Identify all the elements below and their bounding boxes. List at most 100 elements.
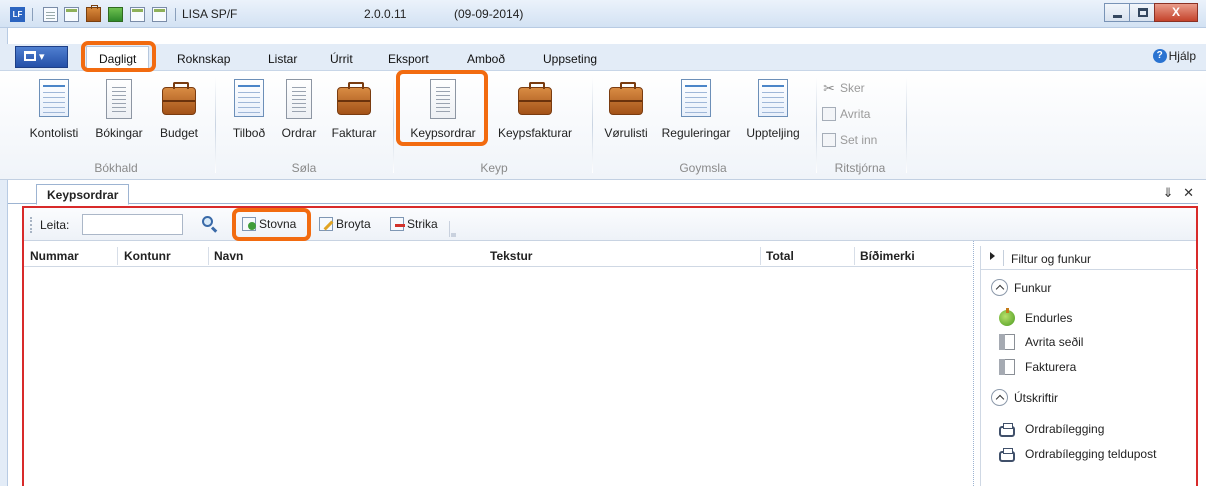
keypsordrar-label: Keypsordrar [410,126,476,140]
column-header[interactable]: Nummar [30,249,79,263]
section-utskriftir[interactable]: Útskriftir [991,389,1058,406]
search-input[interactable] [82,214,183,235]
section-funkur[interactable]: Funkur [991,279,1051,296]
briefcase-icon [518,82,552,115]
set-inn-button[interactable]: Set inn [822,133,877,147]
bokingar-label: Bókingar [95,126,143,140]
quick-access-calendar-icon[interactable] [130,7,145,22]
close-document-icon[interactable]: ✕ [1183,185,1194,200]
column-divider[interactable] [760,247,761,265]
group-label-goymsla: Goymsla [679,161,727,175]
document-icon [286,79,312,119]
tab-uppseting[interactable]: Uppseting [543,52,597,66]
column-header[interactable]: Kontunr [124,249,171,263]
tab-listar[interactable]: Listar [268,52,297,66]
close-icon: X [1171,5,1180,19]
tab-urrit[interactable]: Úrrit [330,52,353,66]
budget-button[interactable]: Budget [153,79,205,143]
endurles-item[interactable]: Endurles [999,308,1072,326]
ordrar-button[interactable]: Ordrar [276,79,322,143]
vorulisti-button[interactable]: Vørulisti [598,79,654,143]
paste-icon [822,133,836,147]
tab-eksport[interactable]: Eksport [388,52,429,66]
application-menu-button[interactable]: ▾ [15,46,68,68]
filter-panel-header[interactable]: Filtur og funkur [981,246,1197,270]
column-divider[interactable] [854,247,855,265]
grid-header: Nummar Kontunr Navn Tekstur Total Bíðime… [24,245,972,267]
column-header[interactable]: Total [766,249,794,263]
kontolisti-button[interactable]: Kontolisti [26,79,82,143]
title-separator [175,8,176,21]
column-header[interactable]: Navn [214,249,243,263]
copy-icon [999,359,1015,375]
group-label-ritstjorna: Ritstjórna [834,161,886,175]
quick-access-briefcase-icon[interactable] [86,5,101,22]
table-icon [234,79,264,117]
search-icon[interactable] [202,216,219,233]
column-header[interactable]: Bíðimerki [860,249,915,263]
avrita-button[interactable]: Avrita [822,107,870,121]
maximize-button[interactable] [1129,3,1155,22]
search-label: Leita: [40,218,70,232]
app-logo-icon: LF [10,7,25,22]
sker-button[interactable]: ✂ Sker [822,81,865,95]
quick-access-note-icon[interactable] [43,7,58,22]
reguleringar-label: Reguleringar [661,126,731,140]
sker-label: Sker [840,81,865,95]
fakturera-item[interactable]: Fakturera [999,359,1076,375]
tilbod-label: Tilboð [232,126,266,140]
window-controls: X [1104,3,1198,23]
toolbar-grip [30,217,32,233]
fakturar-button[interactable]: Fakturar [326,79,382,143]
uppteljing-button[interactable]: Uppteljing [738,79,808,143]
tilbod-button[interactable]: Tilboð [226,79,272,143]
minimize-icon [1113,15,1122,18]
avrita-sedil-item[interactable]: Avrita seðil [999,334,1083,350]
tab-keypsordrar[interactable]: Keypsordrar [36,184,130,205]
quick-access-table-icon[interactable] [64,7,79,22]
set-inn-label: Set inn [840,133,878,147]
edit-icon [319,217,333,231]
app-version: 2.0.0.11 [364,7,407,21]
maximize-icon [1138,8,1148,17]
tab-rokn-skap[interactable]: Rokn­skap [177,52,230,66]
stovna-button[interactable]: Stovna [242,217,296,231]
column-divider[interactable] [208,247,209,265]
delete-icon [390,217,405,231]
copy-icon [999,334,1015,350]
help-link[interactable]: ? Hjálp [1152,49,1196,63]
minimize-button[interactable] [1104,3,1130,22]
quick-access-refresh-icon[interactable] [108,7,123,22]
group-separator [592,77,593,173]
header-divider [1003,250,1004,266]
printer-icon [999,422,1015,437]
pin-icon[interactable]: ⇓ [1163,185,1174,200]
group-label-bokhald: Bókhald [94,161,138,175]
scissors-icon: ✂ [823,80,835,96]
title-separator [32,8,33,21]
reguleringar-button[interactable]: Reguleringar [657,79,735,143]
close-button[interactable]: X [1154,3,1198,22]
ordrabilegging-item[interactable]: Ordrabílegging [999,422,1104,437]
tab-ambod[interactable]: Amboð [467,52,505,66]
column-header[interactable]: Tekstur [490,249,532,263]
ordrabilegging-teldupost-item[interactable]: Ordrabílegging teldupost [999,447,1156,462]
keypsordrar-button[interactable]: Keypsordrar [404,79,482,143]
quick-access-calendar2-icon[interactable] [152,7,167,22]
application-doc-icon [24,51,36,61]
document-icon [106,79,132,119]
collapse-chevron-icon [991,389,1008,406]
keypsfakturar-button[interactable]: Keypsfakturar [486,79,584,143]
broyta-button[interactable]: Broyta [319,217,371,231]
fakturar-label: Fakturar [331,126,377,140]
bokingar-button[interactable]: Bókingar [88,79,150,143]
title-bar: LF LISA SP/F 2.0.0.11 (09-09-2014) X [0,0,1206,28]
column-divider[interactable] [117,247,118,265]
strika-button[interactable]: Strika [390,217,438,231]
toolbar-overflow[interactable] [449,221,457,237]
tab-dagligt[interactable]: Dagligt [86,46,150,70]
briefcase-icon [609,82,643,115]
uppteljing-label: Uppteljing [746,126,800,140]
ribbon-tabs: ▾ Dagligt Rokn­skap Listar Úrrit Eksport… [0,44,1206,70]
copy-icon [822,107,836,121]
